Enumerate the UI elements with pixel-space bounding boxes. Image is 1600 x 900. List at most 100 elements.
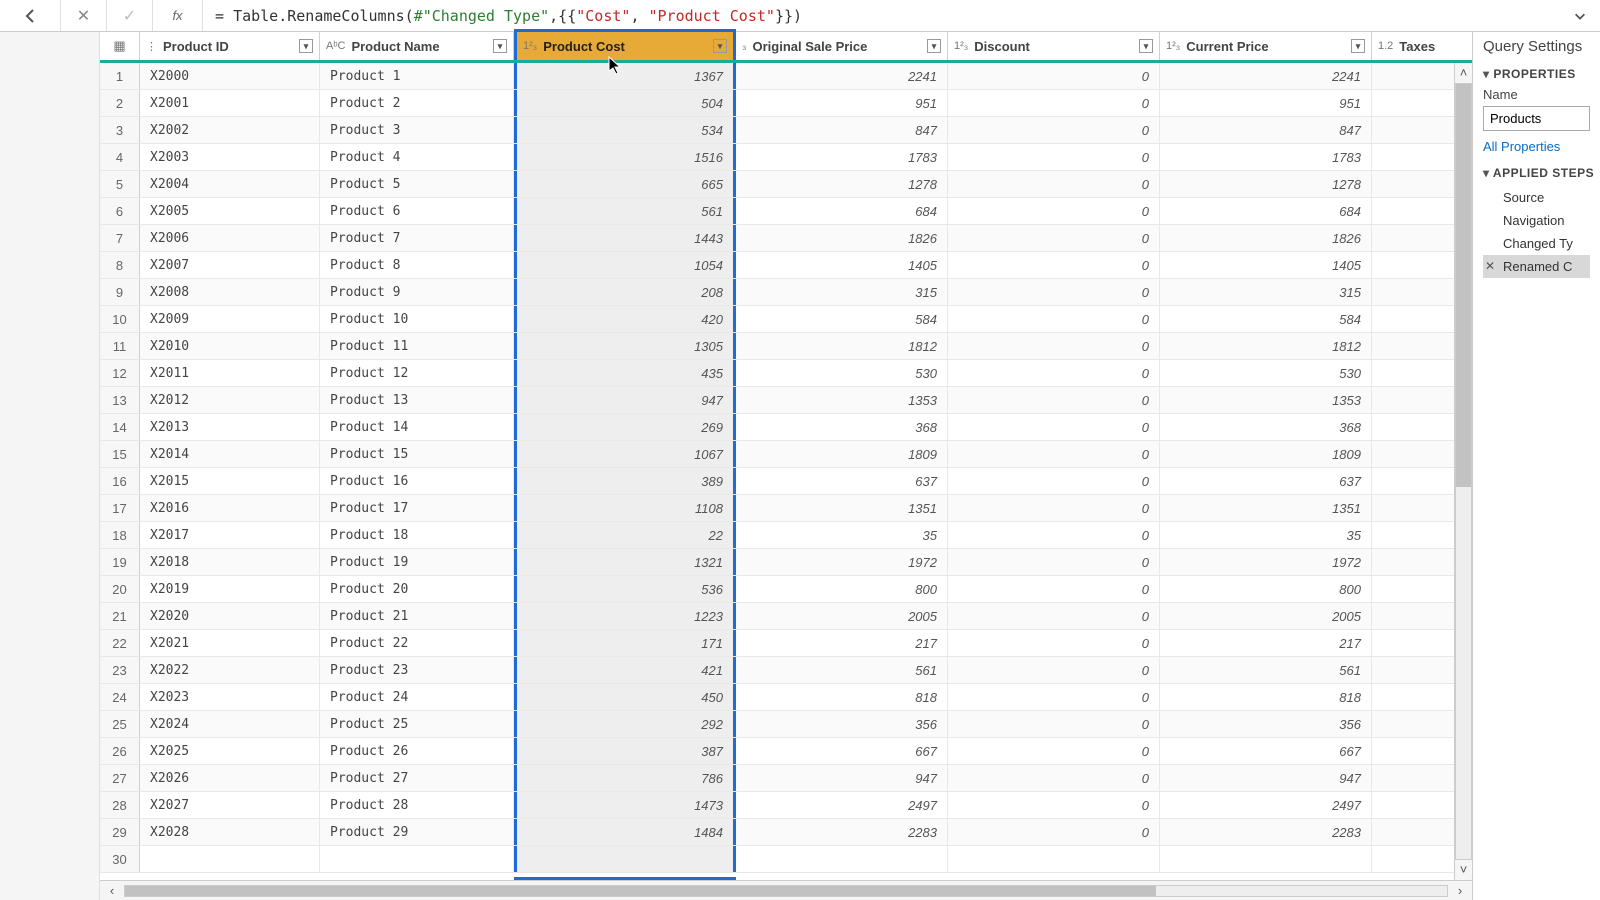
cell-discount[interactable]: 0 [948,657,1160,683]
cell-taxes[interactable] [1372,63,1456,89]
cell-discount[interactable]: 0 [948,252,1160,278]
cell-taxes[interactable] [1372,279,1456,305]
cell-product-id[interactable]: X2005 [140,198,320,224]
cell-discount[interactable]: 0 [948,603,1160,629]
cell-product-cost[interactable]: 420 [514,306,736,332]
row-number[interactable]: 25 [100,711,140,737]
column-filter-dropdown[interactable]: ▾ [1139,39,1153,53]
cell-taxes[interactable] [1372,117,1456,143]
cell-current-price[interactable]: 1405 [1160,252,1372,278]
table-row[interactable]: 30 [100,846,1472,873]
cell-discount[interactable]: 0 [948,549,1160,575]
cell-current-price[interactable]: 637 [1160,468,1372,494]
row-number[interactable]: 3 [100,117,140,143]
cell-discount[interactable]: 0 [948,630,1160,656]
cell-taxes[interactable] [1372,144,1456,170]
table-row[interactable]: 15X2014Product 151067180901809 [100,441,1472,468]
cell-original-sale-price[interactable]: 947 [736,765,948,791]
cell-original-sale-price[interactable]: 584 [736,306,948,332]
back-button[interactable] [0,0,60,31]
applied-steps-section-header[interactable]: APPLIED STEPS [1483,166,1590,180]
table-row[interactable]: 19X2018Product 191321197201972 [100,549,1472,576]
table-row[interactable]: 12X2011Product 124355300530 [100,360,1472,387]
cell-product-name[interactable]: Product 16 [320,468,514,494]
cell-current-price[interactable]: 561 [1160,657,1372,683]
cell-taxes[interactable] [1372,387,1456,413]
cell-product-id[interactable]: X2027 [140,792,320,818]
cell-discount[interactable]: 0 [948,792,1160,818]
row-number[interactable]: 6 [100,198,140,224]
row-number[interactable]: 8 [100,252,140,278]
row-number[interactable]: 16 [100,468,140,494]
cell-product-id[interactable]: X2006 [140,225,320,251]
cell-current-price[interactable]: 315 [1160,279,1372,305]
table-row[interactable]: 16X2015Product 163896370637 [100,468,1472,495]
cell-original-sale-price[interactable]: 847 [736,117,948,143]
table-row[interactable]: 9X2008Product 92083150315 [100,279,1472,306]
cell-taxes[interactable] [1372,495,1456,521]
cell-product-id[interactable]: X2028 [140,819,320,845]
cell-discount[interactable]: 0 [948,576,1160,602]
cell-product-name[interactable]: Product 2 [320,90,514,116]
cell-product-id[interactable]: X2016 [140,495,320,521]
applied-step[interactable]: Navigation [1483,209,1590,232]
row-number[interactable]: 23 [100,657,140,683]
cell-product-id[interactable]: X2012 [140,387,320,413]
cell-product-id[interactable]: X2007 [140,252,320,278]
cell-product-cost[interactable]: 1108 [514,495,736,521]
cell-original-sale-price[interactable] [736,846,948,872]
cell-taxes[interactable] [1372,468,1456,494]
cell-original-sale-price[interactable]: 2005 [736,603,948,629]
table-row[interactable]: 24X2023Product 244508180818 [100,684,1472,711]
cell-discount[interactable] [948,846,1160,872]
cell-taxes[interactable] [1372,441,1456,467]
row-number[interactable]: 9 [100,279,140,305]
cell-taxes[interactable] [1372,198,1456,224]
hscroll-thumb[interactable] [125,886,1156,896]
cell-product-cost[interactable]: 1223 [514,603,736,629]
cell-original-sale-price[interactable]: 800 [736,576,948,602]
cancel-formula-button[interactable]: ✕ [60,0,106,31]
cell-taxes[interactable] [1372,792,1456,818]
cell-current-price[interactable]: 1809 [1160,441,1372,467]
cell-product-id[interactable]: X2010 [140,333,320,359]
cell-discount[interactable]: 0 [948,360,1160,386]
table-row[interactable]: 23X2022Product 234215610561 [100,657,1472,684]
cell-product-id[interactable]: X2004 [140,171,320,197]
cell-taxes[interactable] [1372,549,1456,575]
cell-current-price[interactable]: 2005 [1160,603,1372,629]
cell-current-price[interactable]: 1972 [1160,549,1372,575]
column-header-current-price[interactable]: 1²₃ Current Price ▾ [1160,32,1372,60]
cell-current-price[interactable]: 356 [1160,711,1372,737]
cell-product-name[interactable]: Product 29 [320,819,514,845]
cell-discount[interactable]: 0 [948,225,1160,251]
row-number[interactable]: 29 [100,819,140,845]
scroll-left-button[interactable]: ‹ [100,883,124,898]
table-row[interactable]: 26X2025Product 263876670667 [100,738,1472,765]
cell-product-cost[interactable]: 1321 [514,549,736,575]
cell-discount[interactable]: 0 [948,495,1160,521]
cell-product-cost[interactable]: 536 [514,576,736,602]
cell-discount[interactable]: 0 [948,468,1160,494]
cell-product-id[interactable]: X2023 [140,684,320,710]
table-row[interactable]: 18X2017Product 182235035 [100,522,1472,549]
formula-expand-button[interactable] [1560,0,1600,31]
row-number[interactable]: 30 [100,846,140,872]
cell-product-cost[interactable]: 786 [514,765,736,791]
table-row[interactable]: 11X2010Product 111305181201812 [100,333,1472,360]
cell-product-name[interactable]: Product 17 [320,495,514,521]
cell-product-id[interactable]: X2022 [140,657,320,683]
cell-discount[interactable]: 0 [948,387,1160,413]
cell-taxes[interactable] [1372,630,1456,656]
cell-discount[interactable]: 0 [948,198,1160,224]
row-number[interactable]: 2 [100,90,140,116]
cell-current-price[interactable]: 847 [1160,117,1372,143]
cell-product-name[interactable]: Product 8 [320,252,514,278]
cell-taxes[interactable] [1372,414,1456,440]
cell-product-name[interactable]: Product 5 [320,171,514,197]
cell-current-price[interactable]: 530 [1160,360,1372,386]
cell-product-name[interactable]: Product 27 [320,765,514,791]
cell-original-sale-price[interactable]: 217 [736,630,948,656]
cell-product-cost[interactable]: 1443 [514,225,736,251]
column-filter-dropdown[interactable]: ▾ [713,39,727,53]
